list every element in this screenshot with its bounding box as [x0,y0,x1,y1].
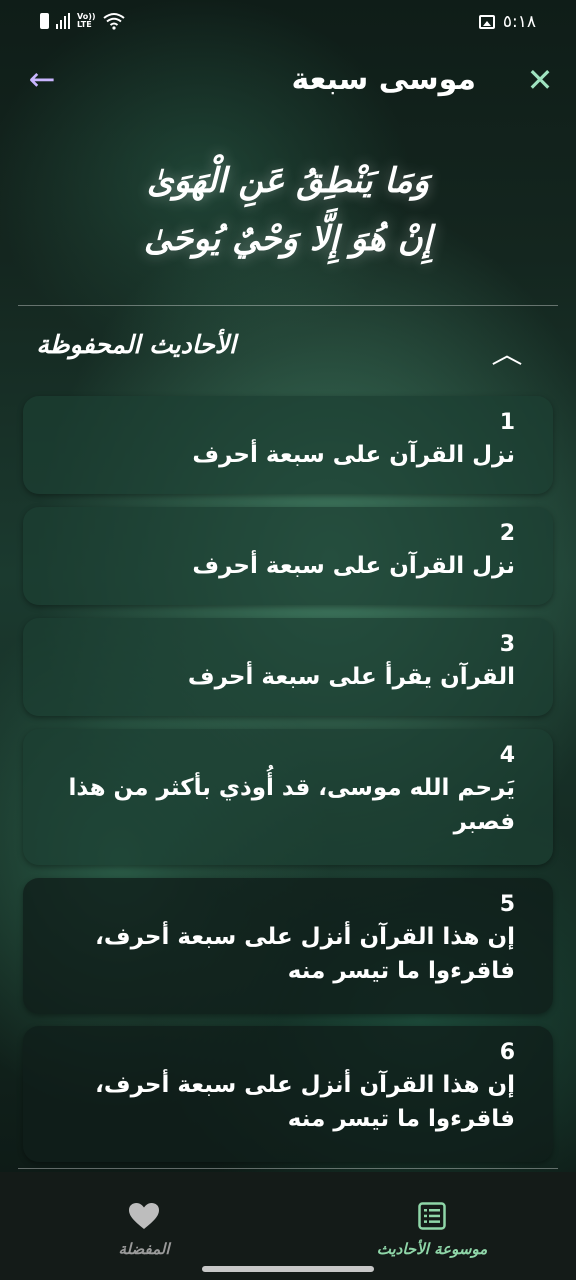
top-app-bar: ← موسى سبعة ✕ [0,52,576,110]
quran-verse: وَمَا يَنْطِقُ عَنِ الْهَوَىٰ إِنْ هُوَ … [0,152,576,268]
hadith-card[interactable]: 6 إن هذا القرآن أنزل على سبعة أحرف، فاقر… [23,1026,553,1162]
hadith-text: إن هذا القرآن أنزل على سبعة أحرف، فاقرءو… [95,924,515,984]
hadith-number: 1 [499,410,515,435]
arrow-back-icon[interactable]: ← [26,63,58,96]
heart-icon [129,1203,159,1229]
status-icons-right: ٥:١٨ [478,12,536,32]
hadith-card[interactable]: 3 القرآن يقرأ على سبعة أحرف [23,618,553,716]
nav-favorites-label: المفضلة [118,1240,170,1258]
hadith-text: نزل القرآن على سبعة أحرف [192,442,515,468]
home-indicator[interactable] [202,1266,374,1272]
gallery-icon [478,15,495,29]
saved-hadiths-header[interactable]: الأحاديث المحفوظة ︿ [18,320,558,380]
hadith-card[interactable]: 5 إن هذا القرآن أنزل على سبعة أحرف، فاقر… [23,878,553,1014]
section-title: الأحاديث المحفوظة [36,330,236,359]
hadith-text: القرآن يقرأ على سبعة أحرف [187,664,515,690]
status-icons-left: Vo)) LTE [40,12,125,30]
hadith-number: 5 [499,892,515,917]
volte-indicator: Vo)) LTE [77,13,96,29]
verse-line-2: إِنْ هُوَ إِلَّا وَحْيٌ يُوحَىٰ [143,219,433,259]
hadith-text: نزل القرآن على سبعة أحرف [192,553,515,579]
hadith-card[interactable]: 4 يَرحم الله موسى، قد أُوذي بأكثر من هذا… [23,729,553,865]
verse-line-1: وَمَا يَنْطِقُ عَنِ الْهَوَىٰ [146,161,430,201]
chevron-up-icon[interactable]: ︿ [491,334,522,371]
nav-hadith-encyclopedia[interactable]: موسوعة الأحاديث [362,1202,502,1258]
lte-label: LTE [77,20,92,29]
list-icon [418,1202,446,1230]
bottom-navigation: المفضلة موسوعة الأحاديث [0,1172,576,1280]
battery-icon [40,13,49,29]
hadith-number: 3 [499,632,515,657]
nav-encyclopedia-label: موسوعة الأحاديث [376,1240,488,1258]
nav-favorites[interactable]: المفضلة [74,1202,214,1258]
divider-bottom [18,1168,558,1169]
wifi-icon [102,13,125,30]
close-icon[interactable]: ✕ [524,64,556,96]
hadith-number: 6 [499,1040,515,1065]
status-bar: Vo)) LTE ٥:١٨ [0,0,576,48]
status-time: ٥:١٨ [502,12,536,32]
hadith-number: 4 [499,743,515,768]
hadith-number: 2 [499,521,515,546]
hadith-card[interactable]: 2 نزل القرآن على سبعة أحرف [23,507,553,605]
signal-icon [56,13,70,29]
divider-top [18,305,558,306]
hadith-text: يَرحم الله موسى، قد أُوذي بأكثر من هذا ف… [68,775,515,835]
hadith-card[interactable]: 1 نزل القرآن على سبعة أحرف [23,396,553,494]
page-title: موسى سبعة [291,62,476,97]
hadith-text: إن هذا القرآن أنزل على سبعة أحرف، فاقرءو… [95,1072,515,1132]
